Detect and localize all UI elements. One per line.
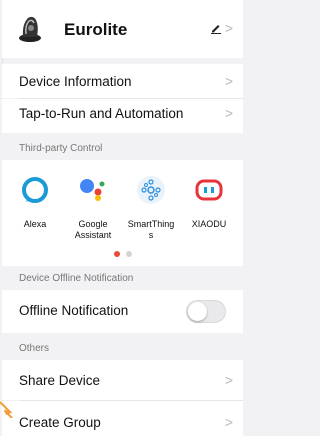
integration-name: XIAODU bbox=[191, 219, 227, 229]
page-dot-active bbox=[113, 251, 120, 257]
chevron-right-icon: > bbox=[224, 73, 233, 89]
share-device-row[interactable]: Share Device > bbox=[2, 360, 243, 400]
offline-notification-toggle[interactable] bbox=[186, 300, 226, 323]
pencil-icon bbox=[210, 25, 221, 34]
chevron-right-icon: > bbox=[224, 20, 233, 36]
integration-name: SmartThing s bbox=[127, 219, 175, 240]
device-information-label: Device Information bbox=[19, 74, 132, 89]
edit-name-button[interactable]: > bbox=[210, 20, 233, 36]
integration-alexa[interactable]: Alexa bbox=[6, 175, 64, 230]
create-group-label: Create Group bbox=[19, 415, 101, 430]
integration-name: Google Assistant bbox=[74, 219, 112, 240]
offline-notification-label: Offline Notification bbox=[19, 303, 129, 318]
section-title: Device Offline Notification bbox=[19, 273, 134, 284]
offline-notification-row: Offline Notification bbox=[2, 290, 243, 333]
third-party-grid: Alexa Google Assistant SmartThing s XIAO… bbox=[2, 160, 243, 266]
smartthings-icon bbox=[137, 176, 165, 204]
device-header: Eurolite > bbox=[2, 0, 243, 58]
device-logo-icon bbox=[19, 16, 41, 42]
integration-smartthings[interactable]: SmartThing s bbox=[122, 175, 180, 241]
page-indicator bbox=[2, 244, 243, 262]
chevron-right-icon: > bbox=[224, 372, 233, 388]
share-device-label: Share Device bbox=[19, 373, 101, 388]
section-title: Third-party Control bbox=[19, 143, 103, 154]
device-information-row[interactable]: Device Information > bbox=[2, 64, 243, 98]
chevron-right-icon: > bbox=[224, 414, 233, 430]
page-dot bbox=[125, 251, 132, 257]
toggle-knob bbox=[188, 302, 207, 321]
xiaodu-icon bbox=[195, 179, 223, 201]
tap-to-run-label: Tap-to-Run and Automation bbox=[19, 106, 184, 121]
create-group-row[interactable]: Create Group > bbox=[2, 401, 243, 436]
tap-to-run-row[interactable]: Tap-to-Run and Automation > bbox=[2, 99, 243, 133]
pointer-arrow-icon bbox=[0, 401, 13, 418]
third-party-section-header: Third-party Control bbox=[2, 133, 243, 160]
alexa-icon bbox=[22, 177, 48, 203]
others-section-header: Others bbox=[2, 333, 243, 360]
offline-section-header: Device Offline Notification bbox=[2, 266, 243, 290]
integration-name: Alexa bbox=[23, 219, 47, 229]
device-name: Eurolite bbox=[64, 20, 128, 39]
section-title: Others bbox=[19, 343, 50, 354]
integration-google-assistant[interactable]: Google Assistant bbox=[64, 175, 122, 241]
google-assistant-icon bbox=[80, 179, 105, 201]
chevron-right-icon: > bbox=[224, 105, 233, 121]
integration-xiaodu[interactable]: XIAODU bbox=[180, 175, 238, 230]
